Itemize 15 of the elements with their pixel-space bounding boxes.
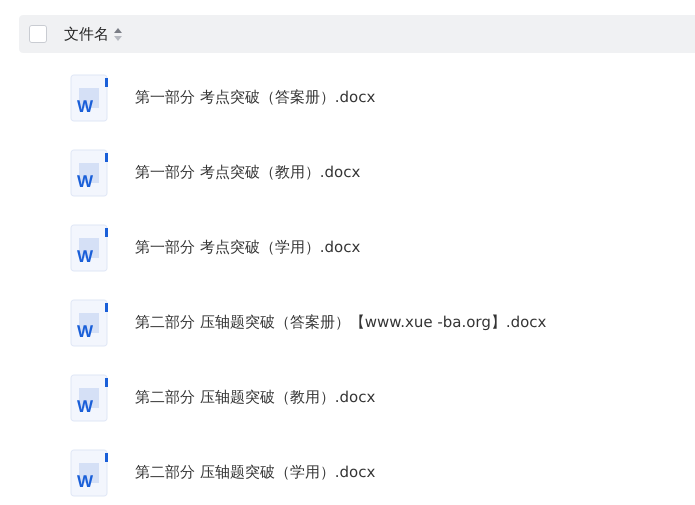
word-file-icon: W [70, 74, 110, 122]
column-heading[interactable]: 文件名 [64, 24, 109, 44]
word-file-icon: W [70, 148, 110, 196]
checkbox[interactable] [29, 25, 47, 43]
word-file-icon: W [70, 224, 110, 272]
file-name[interactable]: 第一部分 考点突破（答案册）.docx [135, 88, 376, 107]
word-file-icon: W [70, 448, 110, 496]
file-name[interactable]: 第二部分 压轴题突破（教用）.docx [135, 388, 376, 407]
word-file-icon: W [70, 374, 110, 422]
file-name[interactable]: 第二部分 压轴题突破（学用）.docx [135, 463, 376, 482]
file-name[interactable]: 第一部分 考点突破（教用）.docx [135, 163, 360, 182]
file-name[interactable]: 第二部分 压轴题突破（答案册）【www.xue -ba.org】.docx [135, 313, 546, 332]
file-name[interactable]: 第一部分 考点突破（学用）.docx [135, 238, 360, 257]
sort-icon[interactable] [114, 28, 122, 40]
word-file-icon: W [70, 298, 110, 346]
